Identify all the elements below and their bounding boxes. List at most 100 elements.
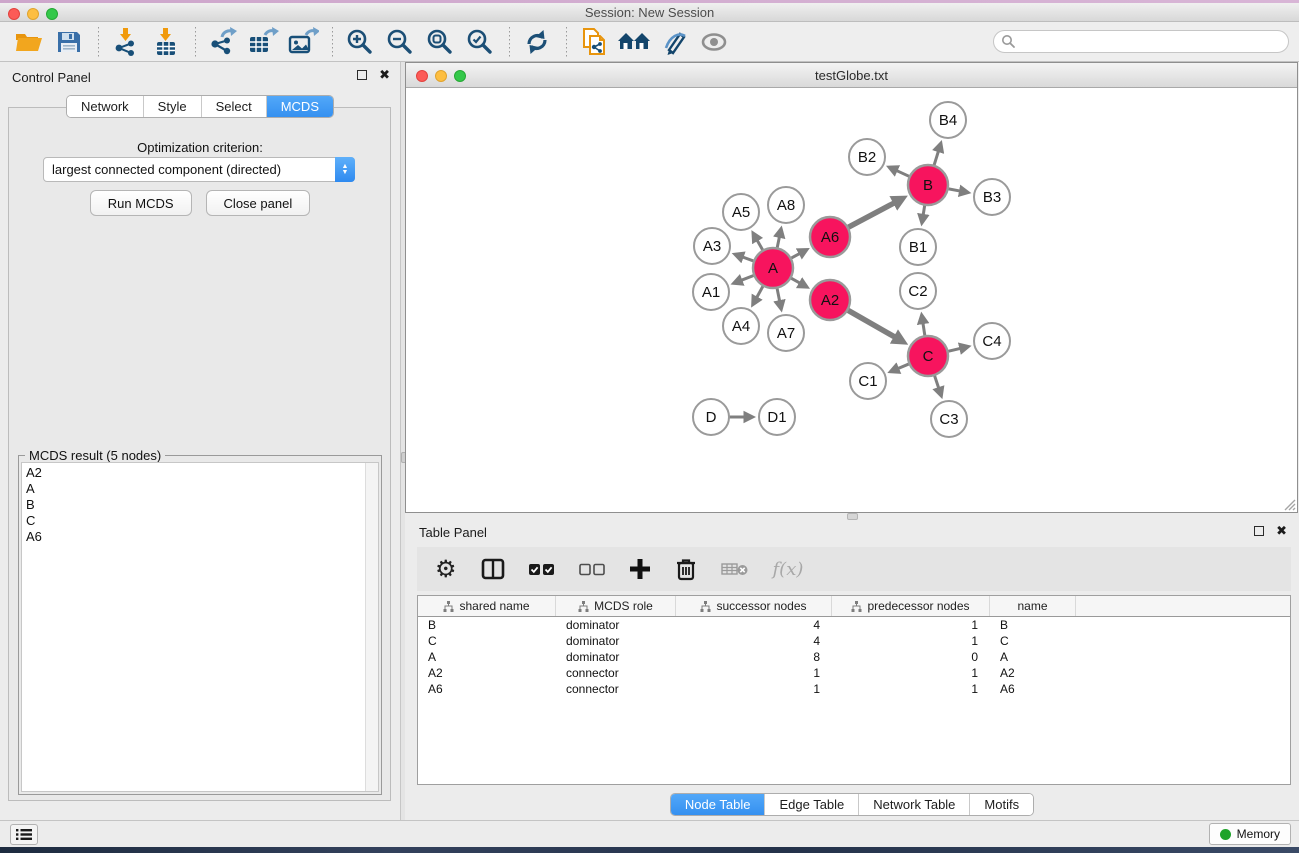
column-header-predecessor-nodes[interactable]: predecessor nodes <box>832 596 990 616</box>
import-network-icon[interactable] <box>109 26 143 58</box>
gear-icon[interactable]: ⚙ <box>435 554 457 584</box>
network-canvas[interactable]: B4 B2 B B3 B1 A5A8A6 A3 A A1 A2 C2 A4A7 C4 C C1 C3 D D1 <box>406 88 1297 512</box>
graph-edge-C-C2[interactable] <box>923 322 925 338</box>
table-cell: 1 <box>832 634 990 648</box>
zoom-in-icon[interactable] <box>343 26 377 58</box>
table-row[interactable]: Bdominator41B <box>418 617 1290 633</box>
graph-node-A8[interactable]: A8 <box>768 187 804 223</box>
open-session-icon[interactable] <box>12 26 46 58</box>
home-icon[interactable] <box>617 26 651 58</box>
resize-grip-icon[interactable] <box>1281 496 1296 511</box>
graph-node-C2[interactable]: C2 <box>900 273 936 309</box>
table-row[interactable]: Cdominator41C <box>418 633 1290 649</box>
graph-edge-A6-B[interactable] <box>847 202 896 228</box>
list-item[interactable]: A2 <box>26 465 378 481</box>
graph-node-C4[interactable]: C4 <box>974 323 1010 359</box>
add-column-icon[interactable] <box>629 554 651 584</box>
column-header-name[interactable]: name <box>990 596 1076 616</box>
graph-node-C1[interactable]: C1 <box>850 363 886 399</box>
graph-node-A[interactable]: A <box>753 248 793 288</box>
tab-mcds[interactable]: MCDS <box>267 96 333 117</box>
zoom-out-icon[interactable] <box>383 26 417 58</box>
tab-network[interactable]: Network <box>67 96 144 117</box>
graph-edge-B-B2[interactable] <box>895 170 911 177</box>
graph-node-A1[interactable]: A1 <box>693 274 729 310</box>
graph-edge-C-C3[interactable] <box>934 374 939 390</box>
horizontal-splitter-handle[interactable] <box>847 513 858 520</box>
graph-node-B3[interactable]: B3 <box>974 179 1010 215</box>
zoom-selected-icon[interactable] <box>463 26 497 58</box>
graph-node-A3[interactable]: A3 <box>694 228 730 264</box>
graph-node-A5[interactable]: A5 <box>723 194 759 230</box>
close-panel-icon[interactable]: ✖ <box>379 70 390 80</box>
import-table-icon[interactable] <box>149 26 183 58</box>
hide-annotations-icon[interactable] <box>657 26 691 58</box>
search-input[interactable] <box>1016 33 1288 51</box>
graph-node-B[interactable]: B <box>908 165 948 205</box>
show-graphics-eye-icon[interactable] <box>697 26 731 58</box>
column-header-MCDS-role[interactable]: MCDS role <box>556 596 676 616</box>
column-header-successor-nodes[interactable]: successor nodes <box>676 596 832 616</box>
close-table-panel-icon[interactable]: ✖ <box>1276 526 1287 536</box>
close-panel-button[interactable]: Close panel <box>206 190 311 216</box>
graph-edge-B-B3[interactable] <box>947 189 962 192</box>
graph-node-C[interactable]: C <box>908 336 948 376</box>
table-row[interactable]: Adominator80A <box>418 649 1290 665</box>
graph-node-A2[interactable]: A2 <box>810 280 850 320</box>
scrollbar[interactable] <box>365 463 378 791</box>
delete-table-icon[interactable] <box>721 554 749 584</box>
tab-motifs[interactable]: Motifs <box>970 794 1033 815</box>
graph-edge-A-A1[interactable] <box>740 275 755 281</box>
select-all-checkboxes-icon[interactable] <box>529 554 555 584</box>
delete-column-icon[interactable] <box>675 554 697 584</box>
export-table-icon[interactable] <box>246 26 280 58</box>
save-session-icon[interactable] <box>52 26 86 58</box>
tab-node-table[interactable]: Node Table <box>671 794 766 815</box>
deselect-all-checkboxes-icon[interactable] <box>579 554 605 584</box>
tab-network-table[interactable]: Network Table <box>859 794 970 815</box>
export-network-icon[interactable] <box>206 26 240 58</box>
graph-edge-C-C4[interactable] <box>946 348 961 352</box>
memory-label: Memory <box>1237 827 1280 841</box>
table-row[interactable]: A2connector11A2 <box>418 665 1290 681</box>
table-row[interactable]: A6connector11A6 <box>418 681 1290 697</box>
graph-edge-A-A4[interactable] <box>756 285 764 299</box>
table-cell: 0 <box>832 650 990 664</box>
svg-text:C3: C3 <box>939 411 958 428</box>
clone-network-icon[interactable] <box>577 26 611 58</box>
tab-select[interactable]: Select <box>202 96 267 117</box>
column-header-shared-name[interactable]: shared name <box>418 596 556 616</box>
graph-edge-B-B4[interactable] <box>934 150 939 167</box>
graph-node-A7[interactable]: A7 <box>768 315 804 351</box>
tab-style[interactable]: Style <box>144 96 202 117</box>
graph-node-B4[interactable]: B4 <box>930 102 966 138</box>
graph-node-C3[interactable]: C3 <box>931 401 967 437</box>
run-mcds-button[interactable]: Run MCDS <box>90 190 192 216</box>
function-builder-icon[interactable]: f(x) <box>773 554 804 584</box>
memory-button[interactable]: Memory <box>1209 823 1291 845</box>
list-item[interactable]: C <box>26 513 378 529</box>
graph-node-D1[interactable]: D1 <box>759 399 795 435</box>
graph-node-D[interactable]: D <box>693 399 729 435</box>
task-history-button[interactable] <box>10 824 38 845</box>
tab-edge-table[interactable]: Edge Table <box>765 794 859 815</box>
list-item[interactable]: A6 <box>26 529 378 545</box>
search-field[interactable] <box>993 30 1289 53</box>
export-image-icon[interactable] <box>286 26 320 58</box>
list-item[interactable]: B <box>26 497 378 513</box>
split-view-icon[interactable] <box>481 554 505 584</box>
graph-node-B1[interactable]: B1 <box>900 229 936 265</box>
zoom-fit-icon[interactable] <box>423 26 457 58</box>
criterion-dropdown[interactable]: largest connected component (directed) ▲… <box>43 157 355 182</box>
graph-node-A4[interactable]: A4 <box>723 308 759 344</box>
float-table-panel-icon[interactable] <box>1254 526 1264 536</box>
list-item[interactable]: A <box>26 481 378 497</box>
graph-node-A6[interactable]: A6 <box>810 217 850 257</box>
graph-node-B2[interactable]: B2 <box>849 139 885 175</box>
network-window-titlebar[interactable]: testGlobe.txt <box>406 63 1297 88</box>
refresh-icon[interactable] <box>520 26 554 58</box>
graph-edge-A-A7[interactable] <box>777 287 780 303</box>
float-panel-icon[interactable] <box>357 70 367 80</box>
graph-edge-A2-C[interactable] <box>846 309 896 338</box>
mcds-result-list[interactable]: A2ABCA6 <box>21 462 379 792</box>
